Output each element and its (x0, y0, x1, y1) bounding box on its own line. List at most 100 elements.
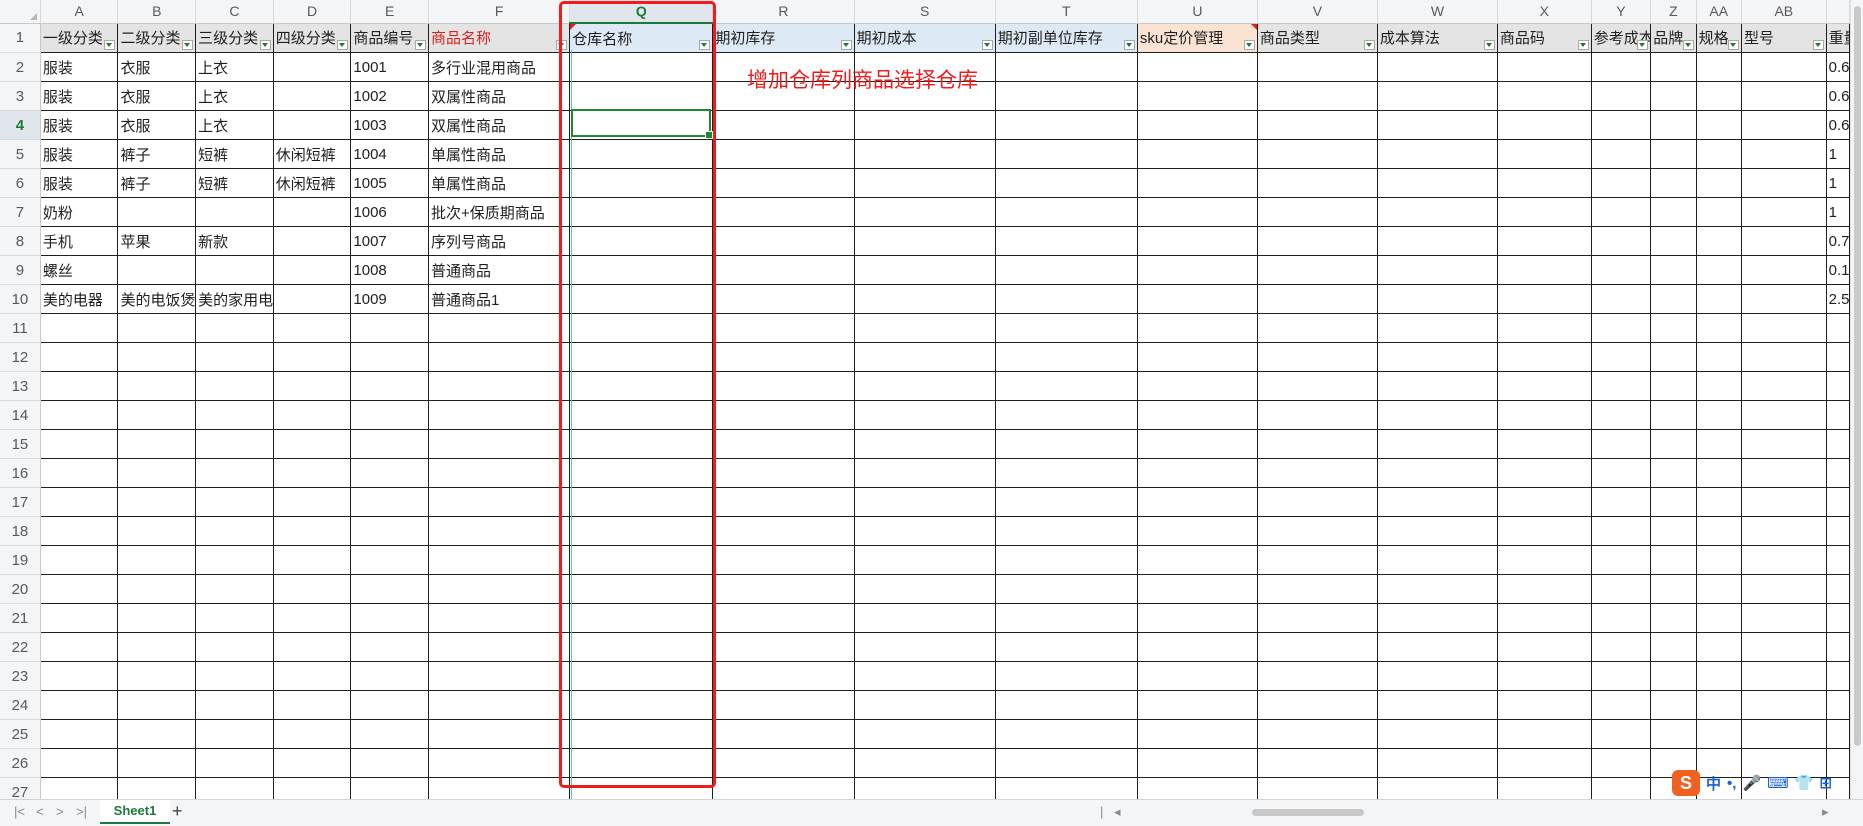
table-cell[interactable] (350, 632, 430, 662)
table-cell[interactable] (350, 661, 430, 691)
header-cell[interactable]: 商品名称 (428, 23, 571, 53)
table-cell[interactable] (1591, 574, 1652, 604)
table-cell[interactable] (1696, 661, 1742, 691)
table-cell[interactable]: 服装 (40, 52, 119, 82)
table-cell[interactable] (1741, 313, 1827, 343)
next-sheet-button[interactable]: > (56, 804, 64, 819)
table-cell[interactable] (117, 400, 197, 430)
first-sheet-button[interactable]: |< (14, 804, 25, 819)
table-cell[interactable] (273, 255, 352, 285)
table-cell[interactable]: 1 (1826, 168, 1851, 198)
table-cell[interactable] (1257, 516, 1378, 546)
toolbox-icon[interactable]: ⊞ (1819, 774, 1832, 792)
table-cell[interactable] (1696, 197, 1742, 227)
table-cell[interactable]: 1001 (350, 52, 430, 82)
table-cell[interactable] (40, 487, 119, 517)
table-cell[interactable] (40, 516, 119, 546)
column-header-A[interactable]: A (40, 0, 119, 24)
table-cell[interactable] (1591, 342, 1652, 372)
row-header-23[interactable]: 23 (0, 661, 41, 691)
table-cell[interactable]: 1004 (350, 139, 430, 169)
table-cell[interactable] (40, 313, 119, 343)
table-cell[interactable] (1650, 574, 1697, 604)
row-header-15[interactable]: 15 (0, 429, 41, 459)
table-cell[interactable] (1591, 545, 1652, 575)
table-cell[interactable] (1696, 139, 1742, 169)
table-cell[interactable] (1377, 574, 1498, 604)
table-cell[interactable] (854, 110, 996, 140)
table-cell[interactable] (1741, 690, 1827, 720)
row-header-22[interactable]: 22 (0, 632, 41, 662)
table-cell[interactable]: 1005 (350, 168, 430, 198)
table-cell[interactable] (1257, 342, 1378, 372)
filter-dropdown-icon[interactable] (1637, 40, 1649, 50)
table-cell[interactable] (1696, 81, 1742, 111)
table-cell[interactable] (195, 719, 274, 749)
table-cell[interactable] (117, 661, 197, 691)
table-cell[interactable] (273, 226, 352, 256)
table-cell[interactable] (712, 632, 855, 662)
table-cell[interactable] (1696, 226, 1742, 256)
table-cell[interactable] (1741, 458, 1827, 488)
table-cell[interactable] (995, 516, 1138, 546)
table-cell[interactable] (712, 139, 855, 169)
table-cell[interactable] (1137, 661, 1258, 691)
table-cell[interactable] (1741, 168, 1827, 198)
table-cell[interactable] (1696, 110, 1742, 140)
table-cell[interactable] (1497, 690, 1592, 720)
table-cell[interactable]: 美的电器 (40, 284, 119, 314)
table-cell[interactable] (1650, 400, 1697, 430)
column-header-extra[interactable] (1826, 0, 1851, 24)
table-cell[interactable] (40, 400, 119, 430)
table-cell[interactable] (273, 516, 352, 546)
table-cell[interactable] (1497, 487, 1592, 517)
table-cell[interactable]: 1003 (350, 110, 430, 140)
table-cell[interactable] (1497, 342, 1592, 372)
column-header-V[interactable]: V (1257, 0, 1378, 24)
table-cell[interactable] (117, 255, 197, 285)
table-cell[interactable] (1591, 661, 1652, 691)
table-cell[interactable] (1741, 400, 1827, 430)
table-cell[interactable]: 1009 (350, 284, 430, 314)
table-cell[interactable] (40, 603, 119, 633)
table-cell[interactable] (195, 458, 274, 488)
table-cell[interactable] (40, 690, 119, 720)
table-cell[interactable] (995, 371, 1138, 401)
table-cell[interactable] (1497, 284, 1592, 314)
table-cell[interactable] (1650, 168, 1697, 198)
table-cell[interactable] (1137, 690, 1258, 720)
table-cell[interactable] (1591, 168, 1652, 198)
table-cell[interactable] (1257, 226, 1378, 256)
table-cell[interactable]: 短裤 (195, 139, 274, 169)
table-cell[interactable] (1497, 661, 1592, 691)
table-cell[interactable] (1741, 197, 1827, 227)
sheet-tab-sheet1[interactable]: Sheet1 (100, 800, 170, 824)
table-cell[interactable] (273, 748, 352, 778)
table-cell[interactable] (195, 429, 274, 459)
table-cell[interactable] (40, 371, 119, 401)
table-cell[interactable] (1497, 371, 1592, 401)
column-header-AA[interactable]: AA (1696, 0, 1742, 24)
table-cell[interactable] (1591, 719, 1652, 749)
table-cell[interactable]: 服装 (40, 110, 119, 140)
table-cell[interactable] (995, 168, 1138, 198)
table-cell[interactable] (195, 371, 274, 401)
row-header-6[interactable]: 6 (0, 168, 41, 198)
table-cell[interactable] (1696, 255, 1742, 285)
table-cell[interactable] (1741, 81, 1827, 111)
table-cell[interactable] (1257, 255, 1378, 285)
table-cell[interactable] (1591, 197, 1652, 227)
table-cell[interactable] (1137, 400, 1258, 430)
header-cell[interactable]: 商品类型 (1257, 23, 1378, 53)
table-cell[interactable] (1650, 719, 1697, 749)
table-cell[interactable]: 多行业混用商品 (428, 52, 571, 82)
header-cell[interactable]: 一级分类 (40, 23, 119, 53)
punctuation-icon[interactable]: •, (1727, 775, 1736, 792)
table-cell[interactable] (1497, 603, 1592, 633)
table-cell[interactable] (350, 690, 430, 720)
table-cell[interactable]: 服装 (40, 139, 119, 169)
row-header-19[interactable]: 19 (0, 545, 41, 575)
table-cell[interactable] (1741, 110, 1827, 140)
table-cell[interactable] (1826, 574, 1851, 604)
table-cell[interactable] (117, 690, 197, 720)
